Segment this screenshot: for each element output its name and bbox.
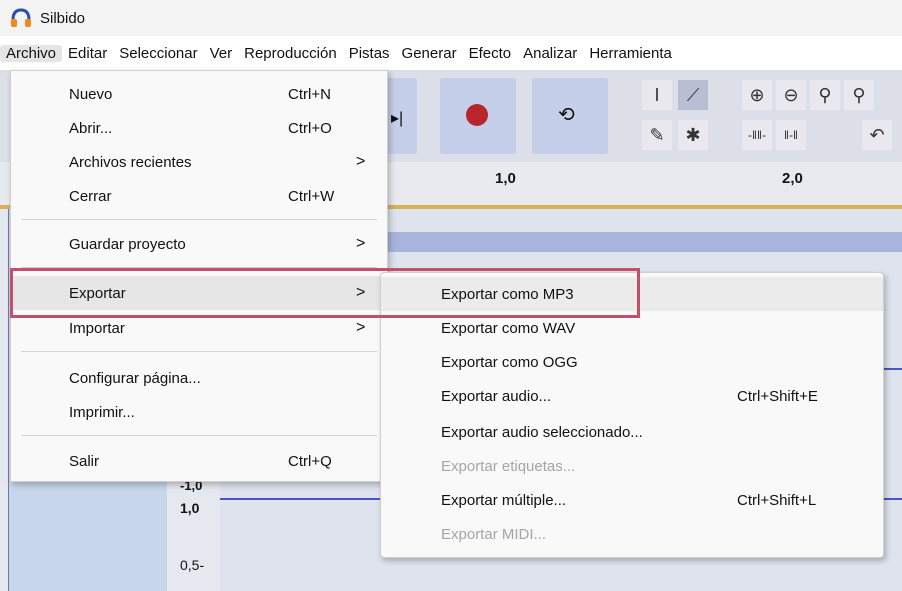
draw-tool-button[interactable]: ✎ — [642, 120, 672, 150]
selection-tool-button[interactable]: I — [642, 80, 672, 110]
menu-item-label: Imprimir... — [69, 403, 135, 421]
menu-item-label: Guardar proyecto — [69, 235, 186, 253]
menu-editar[interactable]: Editar — [62, 45, 113, 62]
menu-generar[interactable]: Generar — [396, 45, 463, 62]
file-menu: Nuevo Ctrl+N Abrir... Ctrl+O Archivos re… — [10, 70, 388, 482]
scale-label: 1,0 — [180, 500, 200, 516]
submenu-item-label: Exportar como WAV — [441, 319, 576, 337]
window-title: Silbido — [40, 9, 86, 27]
ibeam-icon: I — [654, 84, 660, 105]
menu-item-label: Nuevo — [69, 85, 113, 103]
multi-tool-button[interactable]: ✱ — [678, 120, 708, 150]
menu-efecto[interactable]: Efecto — [463, 45, 518, 62]
shortcut-label: Ctrl+Shift+E — [737, 387, 818, 405]
menu-analizar[interactable]: Analizar — [517, 45, 583, 62]
export-submenu: Exportar como MP3 Exportar como WAV Expo… — [380, 272, 884, 558]
menu-item-label: Importar — [69, 319, 125, 337]
menu-item-label: Abrir... — [69, 119, 113, 137]
shortcut-label: Ctrl+N — [288, 85, 331, 103]
title-bar: Silbido — [0, 0, 902, 36]
zoom-fit-button[interactable]: ⚲ — [844, 80, 874, 110]
menu-item-label: Configurar página... — [69, 369, 201, 387]
ruler-label-1: 1,0 — [495, 170, 516, 187]
submenu-item-label: Exportar etiquetas... — [441, 457, 576, 475]
submenu-item-exportar-midi: Exportar MIDI... — [381, 517, 883, 551]
submenu-item-label: Exportar múltiple... — [441, 491, 567, 509]
menu-item-abrir[interactable]: Abrir... Ctrl+O — [11, 111, 387, 145]
chevron-right-icon: > — [356, 235, 366, 252]
silence-icon: ‖-‖ — [784, 128, 798, 142]
shortcut-label: Ctrl+W — [288, 187, 335, 205]
envelope-icon: ⟋ — [686, 84, 700, 105]
zoom-selection-button[interactable]: ⚲ — [810, 80, 840, 110]
record-button[interactable] — [440, 78, 516, 154]
menu-item-label: Archivos recientes — [69, 153, 192, 171]
submenu-item-exportar-wav[interactable]: Exportar como WAV — [381, 311, 883, 345]
menu-bar: Archivo Editar Seleccionar Ver Reproducc… — [0, 36, 902, 70]
zoom-fit-icon: ⚲ — [852, 84, 866, 105]
menu-separator — [21, 219, 377, 220]
skip-end-icon: ▸| — [391, 110, 404, 127]
menu-item-exportar[interactable]: Exportar > — [11, 276, 387, 310]
menu-item-configurar-pagina[interactable]: Configurar página... — [11, 361, 387, 395]
chevron-right-icon: > — [356, 153, 366, 170]
submenu-item-label: Exportar como MP3 — [441, 285, 574, 303]
chevron-right-icon: > — [356, 319, 366, 336]
zoom-out-button[interactable]: ⊖ — [776, 80, 806, 110]
pencil-icon: ✎ — [649, 124, 665, 145]
undo-icon: ↶ — [869, 124, 885, 145]
submenu-item-label: Exportar audio... — [441, 387, 552, 405]
shortcut-label: Ctrl+Shift+L — [737, 491, 817, 509]
zoom-selection-icon: ⚲ — [818, 84, 832, 105]
submenu-item-exportar-ogg[interactable]: Exportar como OGG — [381, 345, 883, 379]
menu-separator — [21, 351, 377, 352]
menu-item-importar[interactable]: Importar > — [11, 311, 387, 345]
menu-item-salir[interactable]: Salir Ctrl+Q — [11, 444, 387, 478]
menu-item-label: Exportar — [69, 284, 126, 302]
shortcut-label: Ctrl+Q — [288, 452, 332, 470]
menu-item-label: Cerrar — [69, 187, 112, 205]
submenu-item-label: Exportar audio seleccionado... — [441, 423, 643, 441]
menu-separator — [21, 267, 377, 268]
zoom-in-button[interactable]: ⊕ — [742, 80, 772, 110]
submenu-item-exportar-mp3[interactable]: Exportar como MP3 — [381, 277, 883, 311]
undo-button[interactable]: ↶ — [862, 120, 892, 150]
menu-item-label: Salir — [69, 452, 100, 470]
shortcut-label: Ctrl+O — [288, 119, 332, 137]
menu-item-guardar-proyecto[interactable]: Guardar proyecto > — [11, 227, 387, 261]
loop-button[interactable]: ⟲ — [532, 78, 608, 154]
menu-ver[interactable]: Ver — [204, 45, 239, 62]
menu-item-cerrar[interactable]: Cerrar Ctrl+W — [11, 179, 387, 213]
asterisk-icon: ✱ — [685, 124, 701, 145]
menu-archivo[interactable]: Archivo — [0, 44, 63, 62]
menu-item-archivos-recientes[interactable]: Archivos recientes > — [11, 145, 387, 179]
headphones-icon — [10, 7, 36, 29]
trim-icon: -‖‖- — [748, 128, 766, 142]
chevron-right-icon: > — [356, 284, 366, 301]
menu-herramientas[interactable]: Herramienta — [583, 45, 678, 62]
ruler-label-2: 2,0 — [782, 170, 803, 187]
zoom-in-icon: ⊕ — [749, 84, 765, 105]
menu-separator — [21, 435, 377, 436]
record-icon — [466, 104, 488, 126]
submenu-item-exportar-multiple[interactable]: Exportar múltiple... Ctrl+Shift+L — [381, 483, 883, 517]
submenu-item-exportar-audio[interactable]: Exportar audio... Ctrl+Shift+E — [381, 379, 883, 413]
menu-item-imprimir[interactable]: Imprimir... — [11, 395, 387, 429]
submenu-item-label: Exportar como OGG — [441, 353, 578, 371]
zoom-out-icon: ⊖ — [783, 84, 799, 105]
submenu-item-label: Exportar MIDI... — [441, 525, 547, 543]
trim-button[interactable]: -‖‖- — [742, 120, 772, 150]
submenu-item-exportar-audio-seleccionado[interactable]: Exportar audio seleccionado... — [381, 415, 883, 449]
envelope-tool-button[interactable]: ⟋ — [678, 80, 708, 110]
loop-icon: ⟲ — [558, 104, 575, 126]
menu-item-nuevo[interactable]: Nuevo Ctrl+N — [11, 77, 387, 111]
silence-button[interactable]: ‖-‖ — [776, 120, 806, 150]
menu-seleccionar[interactable]: Seleccionar — [113, 45, 203, 62]
submenu-item-exportar-etiquetas: Exportar etiquetas... — [381, 449, 883, 483]
menu-reproduccion[interactable]: Reproducción — [238, 45, 343, 62]
menu-pistas[interactable]: Pistas — [343, 45, 396, 62]
scale-label: 0,5- — [180, 557, 205, 573]
